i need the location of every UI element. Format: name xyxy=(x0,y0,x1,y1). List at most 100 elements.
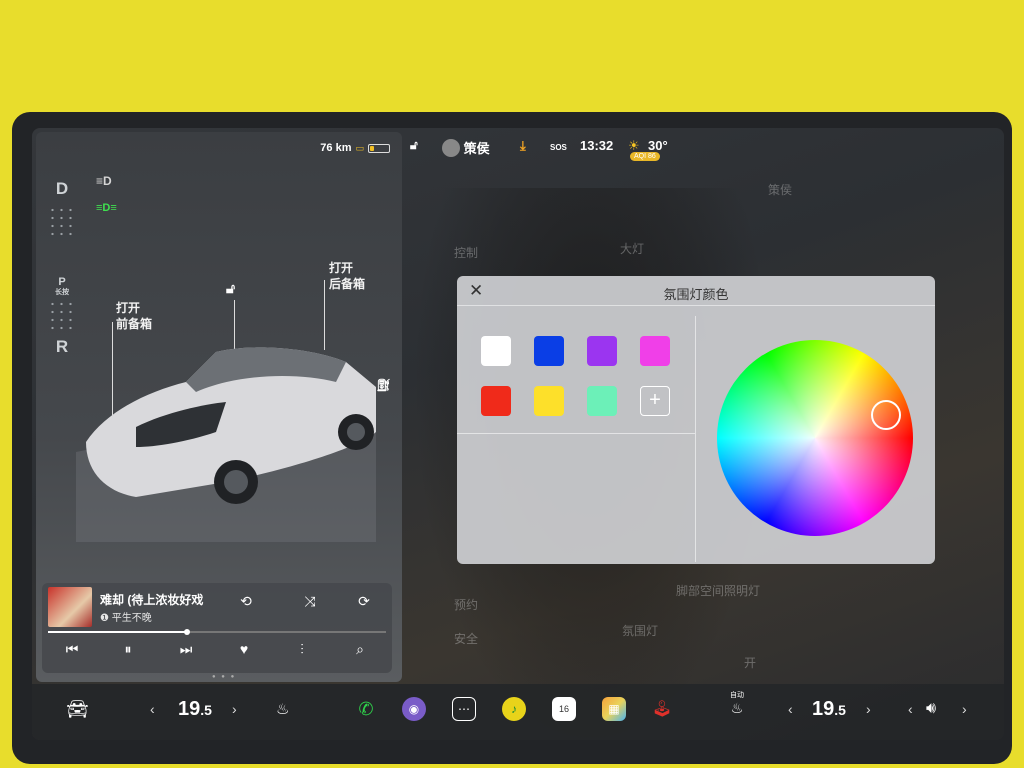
album-art[interactable] xyxy=(48,587,92,627)
frunk-label-line2: 前备箱 xyxy=(116,317,153,331)
volume-up-icon[interactable]: › xyxy=(962,696,967,722)
clock: 13:32 xyxy=(580,138,614,153)
sos-button[interactable]: SOS xyxy=(550,143,567,152)
pause-icon[interactable]: ⏸︎ xyxy=(116,641,140,658)
gear-dots xyxy=(48,206,76,236)
profile-button[interactable]: 策侯 xyxy=(442,138,490,157)
equalizer-icon[interactable]: ⫶ xyxy=(290,641,314,658)
profile-name: 策侯 xyxy=(463,141,490,156)
seat-heater-icon[interactable]: ♨ xyxy=(276,696,289,722)
calendar-day: 16 xyxy=(552,697,576,721)
passenger-temperature[interactable]: 19.5 xyxy=(812,696,846,722)
color-swatch-mint[interactable] xyxy=(587,386,617,416)
frunk-label-line1: 打开 xyxy=(116,301,141,315)
passenger-seat-icon: ♨ xyxy=(730,699,744,716)
menu-item-safety[interactable]: 安全 xyxy=(454,630,478,647)
parking-light-icon: ≡D≡ xyxy=(96,202,117,214)
aqi-badge: AQI 86 xyxy=(630,152,660,161)
open-trunk-button[interactable]: 打开 后备箱 xyxy=(329,260,365,292)
search-icon[interactable]: ⌕ xyxy=(348,641,372,658)
driver-temp-main: 19 xyxy=(178,697,201,720)
passenger-temp-main: 19 xyxy=(812,697,835,720)
calendar-app-icon[interactable]: 16 xyxy=(552,696,576,722)
shuffle-icon[interactable]: ⤨ xyxy=(298,593,322,610)
gear-dots-lower xyxy=(48,300,76,330)
photos-app-icon[interactable]: ▦ xyxy=(602,696,626,722)
car-model-image xyxy=(76,347,376,542)
color-swatch-magenta[interactable] xyxy=(640,336,670,366)
battery-fill xyxy=(370,145,374,151)
gear-p-letter: P xyxy=(58,276,66,288)
volume-icon[interactable]: 🔊︎ xyxy=(926,696,936,722)
song-title: 难却 (待上浓妆好戏 xyxy=(100,593,204,607)
song-artist: 平生不晚 xyxy=(111,613,152,624)
repeat-icon[interactable]: ⟳ xyxy=(352,593,376,610)
driver-temp-decimal: .5 xyxy=(200,701,212,718)
menu-item-controls[interactable]: 控制 xyxy=(454,244,478,261)
ambient-light-color-dialog: ✕ 氛围灯颜色 + xyxy=(457,276,935,564)
gear-d[interactable]: D xyxy=(44,172,80,206)
dialog-title: 氛围灯颜色 xyxy=(663,287,729,302)
gear-p-hold-hint: 长按 xyxy=(55,289,69,296)
preset-colors: + xyxy=(457,306,695,434)
ambient-on-label[interactable]: 开 xyxy=(744,654,756,671)
download-icon[interactable]: ⤓ xyxy=(520,138,526,154)
media-progress-bar[interactable] xyxy=(48,629,386,635)
top-status-bar: 🔓︎ 策侯 ⤓ SOS 13:32 ☀ 30° xyxy=(408,138,708,162)
charge-port-icon[interactable]: ⛽︎ xyxy=(376,378,391,392)
gear-r[interactable]: R xyxy=(44,330,80,364)
headlight-icon: ≡D xyxy=(96,174,112,188)
auto-label: 自动 xyxy=(730,691,744,699)
open-frunk-button[interactable]: 打开 前备箱 xyxy=(116,300,152,332)
color-swatch-purple[interactable] xyxy=(587,336,617,366)
charge-plug-icon: ▭ xyxy=(355,142,364,153)
driver-temperature[interactable]: 19.5 xyxy=(178,696,212,722)
left-temp-down-icon[interactable]: ‹ xyxy=(150,696,155,722)
passenger-seat-auto-button[interactable]: 自动 ♨ xyxy=(730,690,744,716)
battery-icon xyxy=(368,143,390,153)
color-swatch-blue[interactable] xyxy=(534,336,564,366)
color-wheel[interactable] xyxy=(717,340,913,536)
passenger-temp-decimal: .5 xyxy=(834,701,846,718)
door-lock-icon[interactable]: 🔓︎ xyxy=(410,138,418,153)
unlock-icon[interactable]: 🔓︎ xyxy=(226,280,235,297)
camera-app-icon[interactable]: ◉ xyxy=(402,696,426,722)
right-temp-up-icon[interactable]: › xyxy=(866,696,871,722)
gear-p[interactable]: P 长按 xyxy=(44,270,80,300)
volume-down-icon[interactable]: ‹ xyxy=(908,696,913,722)
bg-profile-label: 策侯 xyxy=(768,183,793,197)
profile-avatar-icon xyxy=(442,138,460,157)
range-indicator: 76 km ▭ xyxy=(320,142,390,154)
dialog-header: ✕ 氛围灯颜色 xyxy=(457,276,935,306)
more-apps-icon[interactable]: ⋯ xyxy=(452,696,476,722)
autoplay-icon[interactable]: ⟲ xyxy=(234,593,258,610)
color-swatch-red[interactable] xyxy=(481,386,511,416)
gear-n[interactable]: N xyxy=(44,236,80,270)
favorite-heart-icon[interactable]: ♥ xyxy=(232,641,256,657)
page-indicator: ● ● ● xyxy=(212,674,237,680)
vehicle-display: 控制 大灯 策侯 预约 安全 脚部空间照明灯 氛围灯 开 76 km ▭ D N… xyxy=(32,128,1004,740)
bottom-dock: 🚘︎ ‹ 19.5 › ♨ ✆ ◉ ⋯ ♪ 16 ▦ 🕹︎ 自动 ♨ ‹ 19.… xyxy=(32,684,1004,740)
gear-selector[interactable]: D N P 长按 R xyxy=(44,172,80,364)
ambient-light-label: 氛围灯 xyxy=(622,624,659,638)
media-progress-knob[interactable] xyxy=(183,629,190,635)
music-app-icon[interactable]: ♪ xyxy=(502,696,526,722)
next-track-icon[interactable]: ⏭︎ xyxy=(174,641,198,658)
trunk-label-line1: 打开 xyxy=(329,261,354,275)
color-swatch-yellow[interactable] xyxy=(534,386,564,416)
outside-temperature: 30° xyxy=(648,138,668,153)
previous-track-icon[interactable]: ⏮︎ xyxy=(60,641,84,658)
add-color-button[interactable]: + xyxy=(640,386,670,416)
color-swatch-white[interactable] xyxy=(481,336,511,366)
headlights-label: 大灯 xyxy=(620,242,645,256)
color-picker-handle[interactable] xyxy=(871,400,901,430)
joystick-app-icon[interactable]: 🕹︎ xyxy=(652,696,672,722)
left-temp-up-icon[interactable]: › xyxy=(232,696,237,722)
sos-label: SOS xyxy=(550,143,567,152)
media-progress-fill xyxy=(48,631,187,633)
menu-item-schedule[interactable]: 预约 xyxy=(454,596,478,613)
song-artist-row: ❶︎ 平生不晚 xyxy=(100,609,152,624)
phone-app-icon[interactable]: ✆ xyxy=(354,696,378,722)
car-icon[interactable]: 🚘︎ xyxy=(66,696,89,722)
right-temp-down-icon[interactable]: ‹ xyxy=(788,696,793,722)
